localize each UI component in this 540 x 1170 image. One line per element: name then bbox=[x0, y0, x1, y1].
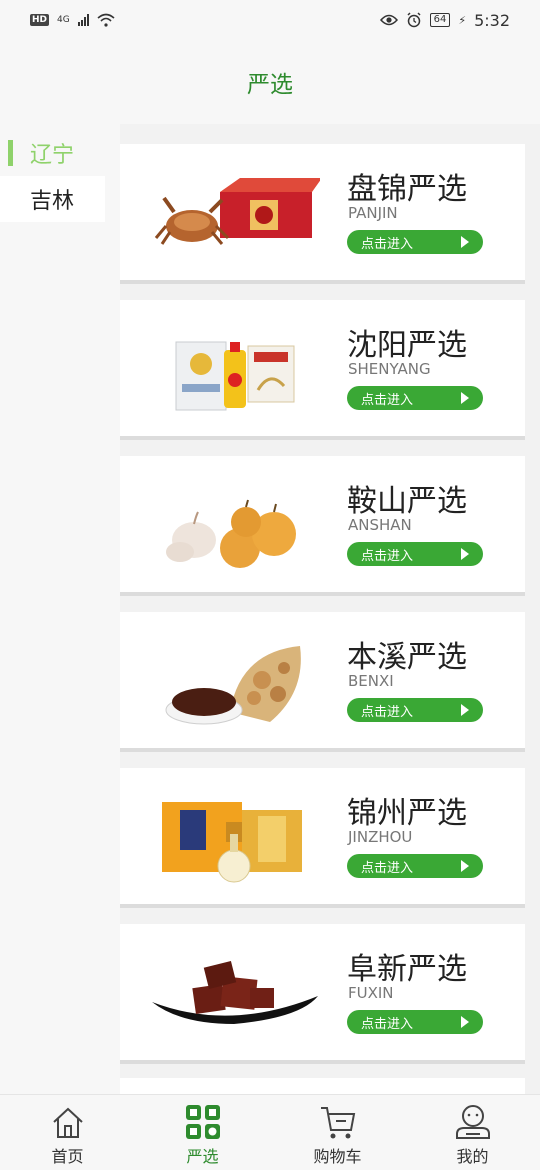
region-pinyin: PANJIN bbox=[348, 204, 398, 222]
tab-label: 首页 bbox=[51, 1147, 84, 1166]
enter-button-label: 点击进入 bbox=[361, 704, 414, 720]
enter-button[interactable]: 点击进入 bbox=[347, 386, 483, 410]
enter-button-label: 点击进入 bbox=[361, 392, 414, 408]
enter-button-label: 点击进入 bbox=[361, 236, 414, 252]
enter-button[interactable]: 点击进入 bbox=[347, 230, 483, 254]
play-arrow-icon bbox=[461, 236, 469, 248]
region-name: 沈阳严选 bbox=[347, 328, 467, 363]
region-pinyin: BENXI bbox=[348, 672, 394, 690]
region-pinyin: JINZHOU bbox=[348, 828, 413, 846]
garlic-pear-image bbox=[166, 499, 296, 568]
region-pinyin: SHENYANG bbox=[348, 360, 431, 378]
region-pinyin: FUXIN bbox=[348, 984, 394, 1002]
sidebar-item-label: 辽宁 bbox=[30, 143, 75, 168]
enter-button[interactable]: 点击进入 bbox=[347, 698, 483, 722]
enter-button[interactable]: 点击进入 bbox=[347, 542, 483, 566]
region-name: 本溪严选 bbox=[347, 640, 467, 675]
profile-icon bbox=[453, 1103, 493, 1141]
sidebar-item-liaoning[interactable]: 辽宁 bbox=[0, 130, 105, 176]
eye-icon bbox=[379, 14, 398, 26]
rice-oil-flour-image bbox=[175, 341, 295, 411]
region-name: 盘锦严选 bbox=[347, 172, 467, 207]
region-card-benxi[interactable]: 本溪严选 BENXI 点击进入 bbox=[120, 612, 525, 752]
region-card-jinzhou[interactable]: 锦州严选 JINZHOU 点击进入 bbox=[120, 768, 525, 908]
region-card-anshan[interactable]: 鞍山严选 ANSHAN 点击进入 bbox=[120, 456, 525, 596]
region-card-fuxin[interactable]: 阜新严选 FUXIN 点击进入 bbox=[120, 924, 525, 1064]
enter-button[interactable]: 点击进入 bbox=[347, 854, 483, 878]
enter-button[interactable]: 点击进入 bbox=[347, 1010, 483, 1034]
grid-icon bbox=[183, 1103, 223, 1141]
region-card-panjin[interactable]: 盘锦严选 PANJIN 点击进入 bbox=[120, 144, 525, 284]
region-pinyin: ANSHAN bbox=[348, 516, 412, 534]
region-name: 锦州严选 bbox=[347, 796, 467, 831]
tab-profile[interactable]: 我的 bbox=[405, 1095, 540, 1170]
play-arrow-icon bbox=[461, 548, 469, 560]
cart-icon bbox=[318, 1103, 358, 1141]
tab-home[interactable]: 首页 bbox=[0, 1095, 135, 1170]
herb-slices-powder-image bbox=[165, 646, 301, 725]
tab-selection[interactable]: 严选 bbox=[135, 1095, 270, 1170]
clock: 5:32 bbox=[474, 10, 510, 30]
enter-button-label: 点击进入 bbox=[361, 548, 414, 564]
region-name: 阜新严选 bbox=[347, 952, 467, 987]
status-bar: HD 4G 64 ⚡ 5:32 bbox=[0, 0, 540, 40]
tab-cart[interactable]: 购物车 bbox=[270, 1095, 405, 1170]
enter-button-label: 点击进入 bbox=[361, 860, 414, 876]
crab-gift-box-image bbox=[154, 178, 320, 245]
tab-label: 购物车 bbox=[313, 1147, 362, 1166]
sidebar-item-jilin[interactable]: 吉林 bbox=[0, 176, 105, 222]
play-arrow-icon bbox=[461, 860, 469, 872]
bottom-tab-bar: 首页 严选 购物车 我的 bbox=[0, 1094, 540, 1170]
page-header: 严选 bbox=[0, 40, 540, 124]
region-card-shenyang[interactable]: 沈阳严选 SHENYANG 点击进入 bbox=[120, 300, 525, 440]
dried-meat-image bbox=[152, 960, 318, 1024]
sidebar-item-label: 吉林 bbox=[30, 189, 75, 214]
wifi-icon bbox=[97, 13, 115, 27]
play-arrow-icon bbox=[461, 704, 469, 716]
signal-icon bbox=[77, 14, 89, 26]
page-title: 严选 bbox=[247, 72, 293, 98]
alarm-icon bbox=[407, 12, 421, 28]
tab-label: 我的 bbox=[456, 1147, 489, 1166]
network-type: 4G bbox=[57, 14, 70, 25]
play-arrow-icon bbox=[461, 392, 469, 404]
battery-level: 64 bbox=[429, 13, 451, 27]
hd-indicator: HD bbox=[30, 14, 50, 26]
charging-icon: ⚡ bbox=[458, 13, 467, 27]
province-sidebar: 辽宁 吉林 bbox=[0, 124, 120, 1094]
region-name: 鞍山严选 bbox=[347, 484, 467, 519]
home-icon bbox=[48, 1103, 88, 1141]
liquor-gift-box-image bbox=[162, 802, 302, 883]
play-arrow-icon bbox=[461, 1016, 469, 1028]
tab-label: 严选 bbox=[186, 1147, 219, 1166]
enter-button-label: 点击进入 bbox=[361, 1016, 414, 1032]
